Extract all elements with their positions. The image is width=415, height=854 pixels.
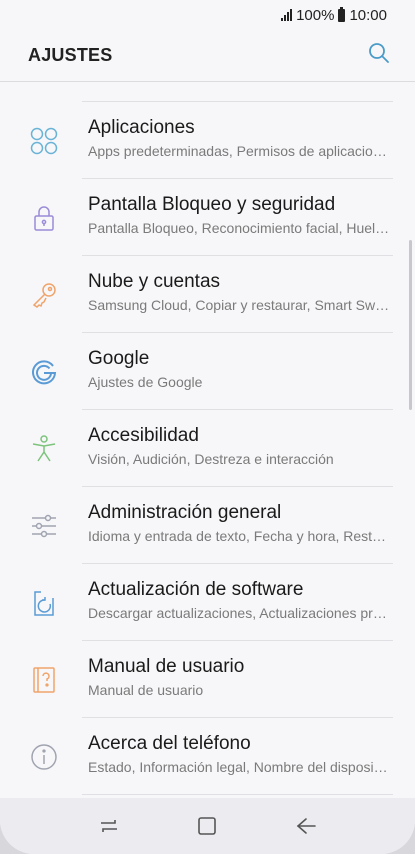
phone-screen: 100% 10:00 AJUSTES Aplicaciones Apps pre…	[0, 0, 415, 854]
back-icon[interactable]	[286, 806, 326, 846]
item-subtitle: Samsung Cloud, Copiar y restaurar, Smart…	[88, 297, 391, 313]
item-title: Google	[88, 348, 150, 369]
item-subtitle: Descargar actualizaciones, Actualizacion…	[88, 605, 391, 621]
settings-item-administracion-general[interactable]: Administración general Idioma y entrada …	[0, 487, 415, 564]
item-subtitle: Ajustes de Google	[88, 374, 203, 390]
navigation-bar	[0, 798, 415, 854]
settings-item-manual-usuario[interactable]: Manual de usuario Manual de usuario	[0, 641, 415, 718]
item-title: Manual de usuario	[88, 656, 245, 677]
settings-item-actualizacion-software[interactable]: Actualización de software Descargar actu…	[0, 564, 415, 641]
list-item-partial	[0, 83, 415, 102]
item-title: Nube y cuentas	[88, 271, 221, 292]
item-title: Actualización de software	[88, 579, 304, 600]
search-icon[interactable]	[367, 41, 391, 70]
software-update-icon	[26, 585, 62, 621]
app-header: AJUSTES	[0, 30, 415, 82]
lock-icon	[26, 200, 62, 236]
google-icon	[26, 354, 62, 390]
item-title: Pantalla Bloqueo y seguridad	[88, 194, 336, 215]
settings-item-nube-cuentas[interactable]: Nube y cuentas Samsung Cloud, Copiar y r…	[0, 256, 415, 333]
item-title: Accesibilidad	[88, 425, 199, 446]
sliders-icon	[26, 508, 62, 544]
settings-item-accesibilidad[interactable]: Accesibilidad Visión, Audición, Destreza…	[0, 410, 415, 487]
settings-item-pantalla-bloqueo[interactable]: Pantalla Bloqueo y seguridad Pantalla Bl…	[0, 179, 415, 256]
item-subtitle: Visión, Audición, Destreza e interacción	[88, 451, 334, 467]
battery-icon	[338, 6, 346, 22]
settings-list: Aplicaciones Apps predeterminadas, Permi…	[0, 83, 415, 795]
signal-icon	[281, 9, 293, 21]
item-title: Acerca del teléfono	[88, 733, 251, 754]
item-title: Administración general	[88, 502, 282, 523]
item-subtitle: Manual de usuario	[88, 682, 204, 698]
info-icon	[26, 739, 62, 775]
manual-icon	[26, 662, 62, 698]
recent-apps-icon[interactable]	[89, 806, 129, 846]
item-title: Aplicaciones	[88, 117, 195, 138]
key-icon	[26, 277, 62, 313]
accessibility-icon	[26, 431, 62, 467]
status-bar: 100% 10:00	[0, 0, 415, 30]
settings-item-aplicaciones[interactable]: Aplicaciones Apps predeterminadas, Permi…	[0, 102, 415, 179]
item-subtitle: Idioma y entrada de texto, Fecha y hora,…	[88, 528, 391, 544]
item-subtitle: Apps predeterminadas, Permisos de aplica…	[88, 143, 391, 159]
item-subtitle: Pantalla Bloqueo, Reconocimiento facial,…	[88, 220, 391, 236]
item-subtitle: Estado, Información legal, Nombre del di…	[88, 759, 391, 775]
page-title: AJUSTES	[28, 45, 113, 65]
screen-edge-handle[interactable]	[409, 240, 412, 410]
settings-item-google[interactable]: Google Ajustes de Google	[0, 333, 415, 410]
clock: 10:00	[349, 6, 387, 24]
apps-icon	[26, 123, 62, 159]
home-icon[interactable]	[187, 806, 227, 846]
settings-item-acerca-telefono[interactable]: Acerca del teléfono Estado, Información …	[0, 718, 415, 795]
battery-percent: 100%	[296, 6, 335, 24]
